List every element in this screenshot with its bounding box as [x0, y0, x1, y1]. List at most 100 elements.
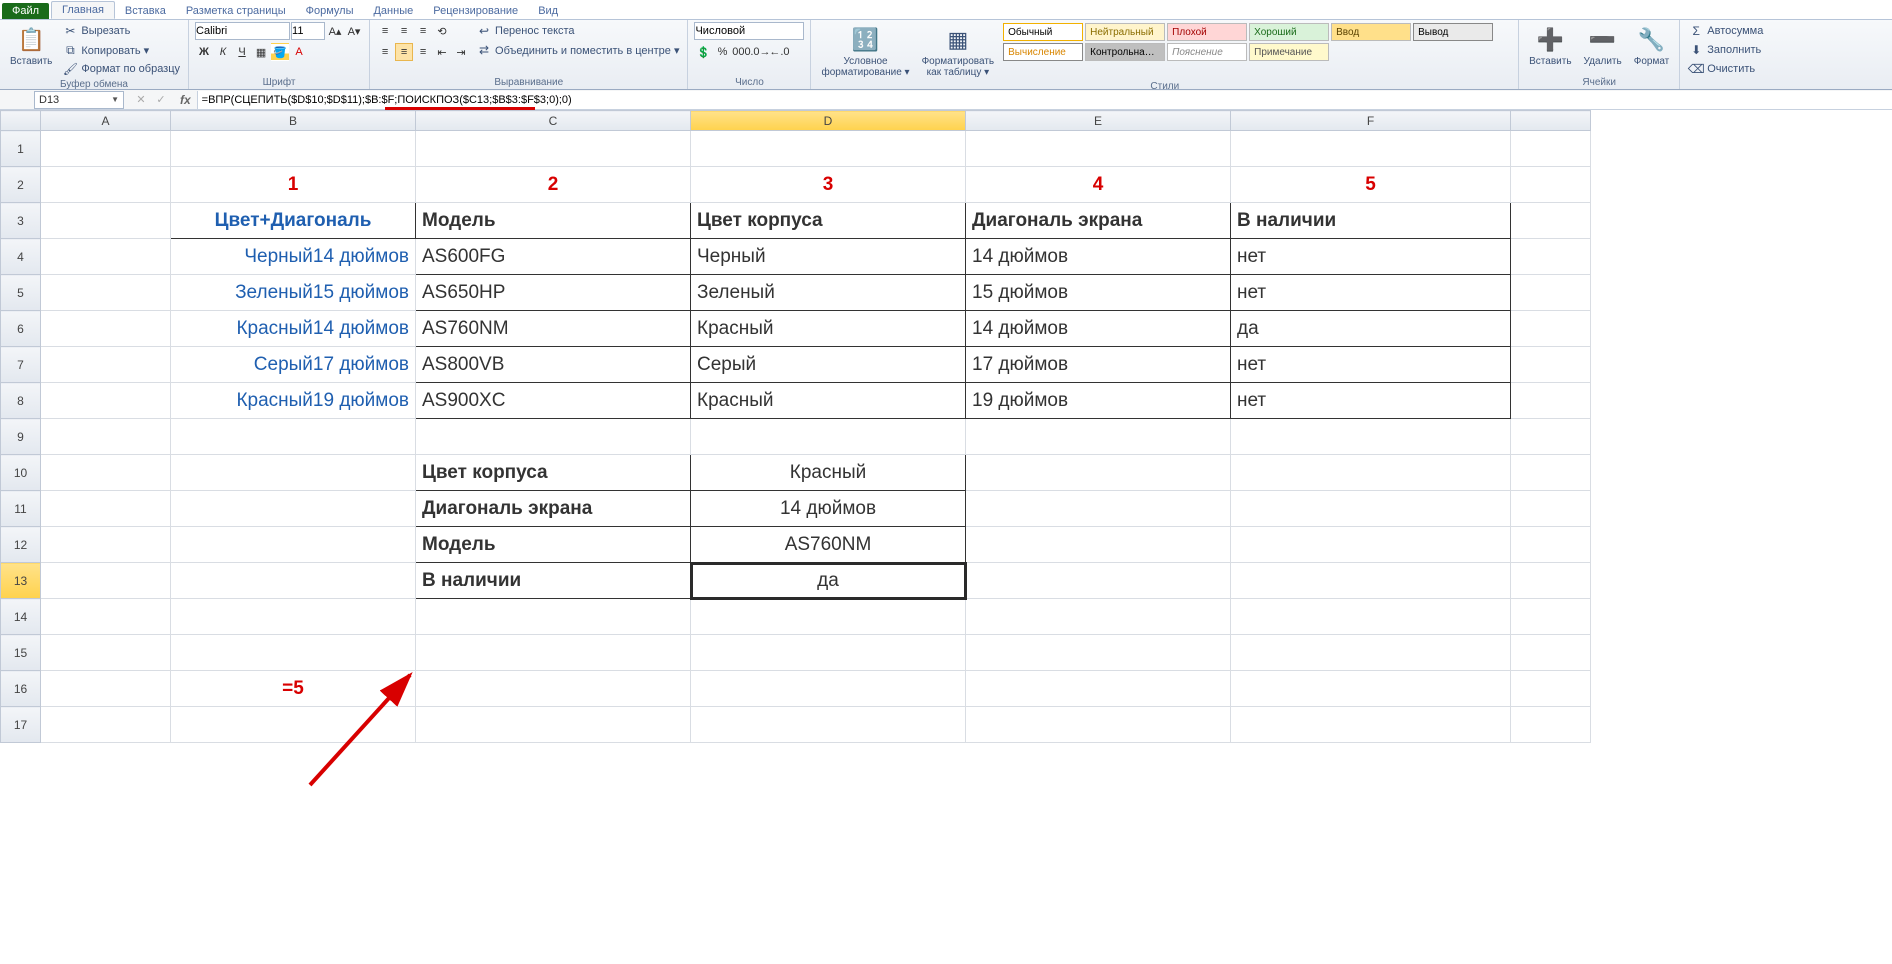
autosum-button[interactable]: ΣАвтосумма	[1686, 22, 1765, 40]
cell[interactable]	[691, 419, 966, 455]
cell[interactable]: Диагональ экрана	[416, 491, 691, 527]
cell[interactable]	[1231, 671, 1511, 707]
cell[interactable]: Зеленый15 дюймов	[171, 275, 416, 311]
cell[interactable]	[1511, 491, 1591, 527]
cell[interactable]: Модель	[416, 203, 691, 239]
cell[interactable]	[1231, 419, 1511, 455]
cell[interactable]	[171, 527, 416, 563]
cell[interactable]: нет	[1231, 239, 1511, 275]
cancel-formula-icon[interactable]: ✕	[132, 91, 150, 109]
cell[interactable]	[1231, 707, 1511, 743]
font-color-button[interactable]: A	[290, 43, 308, 61]
cell[interactable]: Серый	[691, 347, 966, 383]
row-header[interactable]: 13	[1, 563, 41, 599]
cell[interactable]	[1511, 635, 1591, 671]
cell[interactable]	[966, 707, 1231, 743]
cell[interactable]: Черный	[691, 239, 966, 275]
cell[interactable]	[691, 599, 966, 635]
cell[interactable]	[966, 131, 1231, 167]
number-format-select[interactable]	[694, 22, 804, 40]
row-header[interactable]: 16	[1, 671, 41, 707]
row-header[interactable]: 4	[1, 239, 41, 275]
cell[interactable]	[41, 311, 171, 347]
cell[interactable]	[1511, 599, 1591, 635]
delete-cells-button[interactable]: ➖Удалить	[1580, 22, 1626, 69]
cell[interactable]: 19 дюймов	[966, 383, 1231, 419]
cell[interactable]	[1511, 671, 1591, 707]
cell[interactable]: Красный	[691, 455, 966, 491]
cell[interactable]	[41, 203, 171, 239]
cell[interactable]	[1231, 455, 1511, 491]
cell[interactable]: В наличии	[1231, 203, 1511, 239]
row-header[interactable]: 14	[1, 599, 41, 635]
row-header[interactable]: 7	[1, 347, 41, 383]
cell[interactable]	[966, 599, 1231, 635]
cell[interactable]: 17 дюймов	[966, 347, 1231, 383]
style-Нейтральный[interactable]: Нейтральный	[1085, 23, 1165, 41]
cell[interactable]	[1511, 167, 1591, 203]
percent-icon[interactable]: %	[713, 43, 731, 61]
wrap-text-button[interactable]: ↩Перенос текста	[474, 22, 681, 40]
insert-cells-button[interactable]: ➕Вставить	[1525, 22, 1575, 69]
cell[interactable]	[966, 527, 1231, 563]
col-header-D[interactable]: D	[691, 111, 966, 131]
cell[interactable]	[691, 635, 966, 671]
cell[interactable]	[691, 671, 966, 707]
cell[interactable]	[41, 527, 171, 563]
font-name-select[interactable]	[195, 22, 290, 40]
cell[interactable]	[966, 563, 1231, 599]
row-header[interactable]: 5	[1, 275, 41, 311]
cell[interactable]	[41, 635, 171, 671]
cell[interactable]	[171, 599, 416, 635]
cell[interactable]	[1231, 131, 1511, 167]
cut-button[interactable]: ✂Вырезать	[60, 22, 182, 40]
row-header[interactable]: 17	[1, 707, 41, 743]
style-Хороший[interactable]: Хороший	[1249, 23, 1329, 41]
style-Ввод[interactable]: Ввод	[1331, 23, 1411, 41]
fx-icon[interactable]: fx	[174, 93, 197, 107]
cell[interactable]: 14 дюймов	[691, 491, 966, 527]
cell[interactable]: да	[1231, 311, 1511, 347]
cell[interactable]: AS800VB	[416, 347, 691, 383]
cell[interactable]	[171, 707, 416, 743]
name-box[interactable]: D13 ▼	[34, 91, 124, 109]
cell[interactable]	[1511, 707, 1591, 743]
cell[interactable]	[41, 419, 171, 455]
cell[interactable]: AS600FG	[416, 239, 691, 275]
cell[interactable]	[41, 599, 171, 635]
align-top-icon[interactable]: ≡	[376, 22, 394, 40]
cell[interactable]	[1231, 491, 1511, 527]
cell[interactable]	[966, 671, 1231, 707]
cell[interactable]	[41, 239, 171, 275]
row-header[interactable]: 3	[1, 203, 41, 239]
col-header-F[interactable]: F	[1231, 111, 1511, 131]
cell[interactable]	[41, 347, 171, 383]
cell[interactable]: нет	[1231, 275, 1511, 311]
row-header[interactable]: 10	[1, 455, 41, 491]
cell[interactable]: 2	[416, 167, 691, 203]
cell[interactable]: AS650HP	[416, 275, 691, 311]
select-all-corner[interactable]	[1, 111, 41, 131]
cell[interactable]	[1231, 635, 1511, 671]
font-size-select[interactable]	[291, 22, 325, 40]
cell[interactable]	[1511, 131, 1591, 167]
cell[interactable]: 15 дюймов	[966, 275, 1231, 311]
align-center-icon[interactable]: ≡	[395, 43, 413, 61]
orientation-icon[interactable]: ⟲	[433, 22, 451, 40]
align-left-icon[interactable]: ≡	[376, 43, 394, 61]
cell[interactable]: 14 дюймов	[966, 239, 1231, 275]
cell[interactable]	[416, 599, 691, 635]
cell[interactable]	[966, 491, 1231, 527]
cell[interactable]: Красный	[691, 311, 966, 347]
cell[interactable]	[41, 167, 171, 203]
merge-center-button[interactable]: ⇄Объединить и поместить в центре ▾	[474, 41, 681, 59]
tab-review[interactable]: Рецензирование	[423, 3, 528, 19]
col-header-blank[interactable]	[1511, 111, 1591, 131]
conditional-formatting-button[interactable]: 🔢 Условное форматирование ▾	[817, 22, 913, 80]
cell[interactable]	[1511, 203, 1591, 239]
cell[interactable]	[41, 455, 171, 491]
style-Плохой[interactable]: Плохой	[1167, 23, 1247, 41]
formula-input[interactable]	[197, 91, 1892, 109]
cell[interactable]: Красный14 дюймов	[171, 311, 416, 347]
increase-font-icon[interactable]: A▴	[326, 22, 344, 40]
